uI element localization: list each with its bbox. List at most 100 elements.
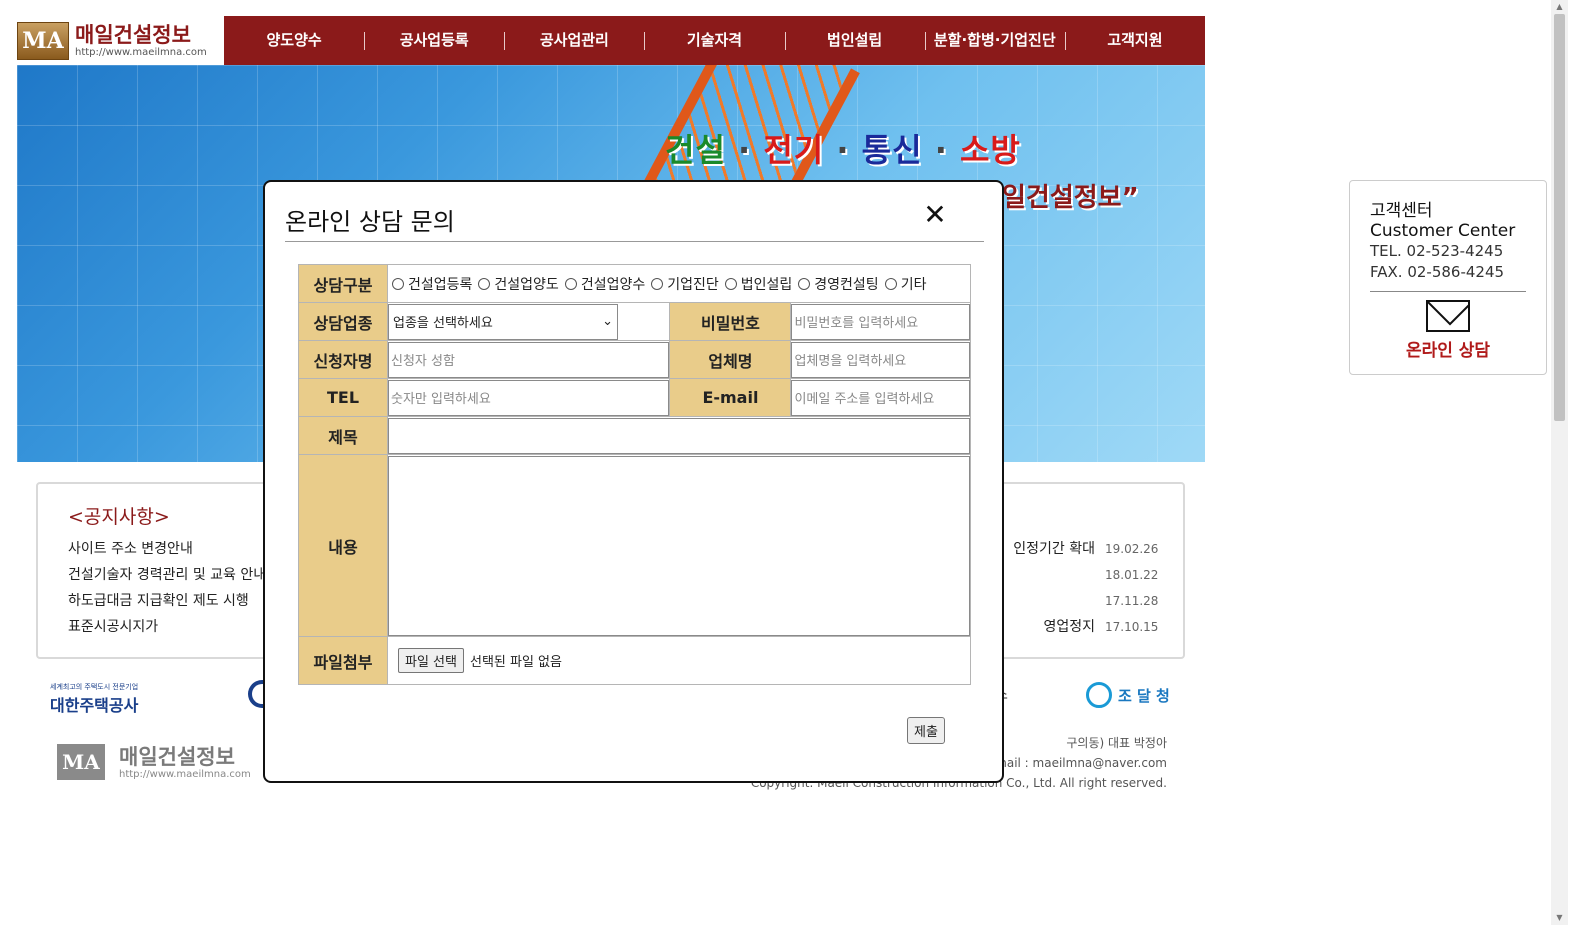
- file-attach-row: 파일 선택 선택된 파일 없음: [388, 648, 970, 673]
- news-text: 영업정지: [1043, 619, 1095, 635]
- consult-form: 상담구분 건설업등록 건설업양도 건설업양수 기업진단 법인설립 경영컨설팅 기…: [298, 264, 971, 685]
- label-company: 업체명: [669, 340, 792, 379]
- notice-list: 사이트 주소 변경안내 건설기술자 경력관리 및 교육 안내 하도급대금 지급확…: [68, 536, 266, 640]
- label-industry: 상담업종: [298, 302, 388, 341]
- file-select-button[interactable]: 파일 선택: [398, 648, 464, 673]
- radio-icon[interactable]: [724, 277, 737, 290]
- logo-mark-icon: MA: [17, 21, 69, 60]
- label-tel: TEL: [298, 378, 388, 417]
- radio-label: 건설업양도: [494, 276, 559, 293]
- radio-transfer[interactable]: 건설업양도: [478, 274, 559, 294]
- footer-logo-mark-icon: MA: [57, 744, 105, 780]
- hero-separator: ·: [934, 131, 948, 169]
- notice-item[interactable]: 사이트 주소 변경안내: [68, 536, 266, 562]
- radio-icon[interactable]: [478, 277, 491, 290]
- nav-item-qualification[interactable]: 기술자격: [644, 16, 784, 65]
- email-input[interactable]: 이메일 주소를 입력하세요: [791, 379, 970, 416]
- nav-item-registration[interactable]: 공사업등록: [364, 16, 504, 65]
- radio-label: 경영컨설팅: [814, 276, 879, 293]
- radio-icon[interactable]: [884, 277, 897, 290]
- notice-item[interactable]: 건설기술자 경력관리 및 교육 안내: [68, 562, 266, 588]
- news-date: 17.10.15: [1105, 620, 1159, 634]
- footer-logo-name: 매일건설정보: [119, 744, 235, 769]
- nav-item-split-merge[interactable]: 분할·합병·기업진단: [924, 16, 1065, 65]
- cs-divider: [1370, 291, 1526, 292]
- tel-input[interactable]: 숫자만 입력하세요: [388, 379, 670, 416]
- applicant-input[interactable]: 신청자 성함: [388, 341, 670, 378]
- scroll-thumb[interactable]: [1554, 14, 1565, 421]
- password-input[interactable]: 비밀번호를 입력하세요: [791, 303, 970, 340]
- partner-lh-name: 대한주택공사: [50, 696, 139, 715]
- radio-consulting[interactable]: 경영컨설팅: [798, 274, 879, 294]
- nav-item-transfer[interactable]: 양도양수: [224, 16, 364, 65]
- nav-item-incorporation[interactable]: 법인설립: [784, 16, 925, 65]
- news-date: 17.11.28: [1105, 594, 1159, 608]
- news-list: 인정기간 확대 19.02.26 18.01.22 17.11.28 영업정지 17…: [1013, 536, 1159, 640]
- submit-button[interactable]: 제출: [907, 717, 945, 744]
- customer-center-panel: 고객센터 Customer Center TEL. 02-523-4245 FA…: [1349, 180, 1547, 375]
- radio-icon[interactable]: [798, 277, 811, 290]
- site-logo[interactable]: MA 매일건설정보 http://www.maeilmna.com: [17, 16, 224, 65]
- label-applicant: 신청자명: [298, 340, 388, 379]
- radio-other[interactable]: 기타: [884, 274, 927, 294]
- radio-label: 기업진단: [667, 276, 719, 293]
- news-item[interactable]: 18.01.22: [1013, 562, 1159, 588]
- envelope-icon: [1426, 300, 1470, 332]
- label-password: 비밀번호: [669, 302, 792, 341]
- notice-item[interactable]: 하도급대금 지급확인 제도 시행: [68, 588, 266, 614]
- radio-incorporation[interactable]: 법인설립: [724, 274, 793, 294]
- news-item[interactable]: 17.11.28: [1013, 588, 1159, 614]
- logo-name: 매일건설정보: [75, 22, 191, 47]
- nav-item-management[interactable]: 공사업관리: [504, 16, 644, 65]
- news-item[interactable]: 인정기간 확대 19.02.26: [1013, 536, 1159, 562]
- radio-icon[interactable]: [392, 277, 404, 290]
- notice-title: <공지사항>: [68, 506, 170, 528]
- online-consult-button[interactable]: 온라인 상담: [1370, 300, 1526, 361]
- subject-input[interactable]: [388, 417, 970, 454]
- nav-item-support[interactable]: 고객지원: [1064, 16, 1205, 65]
- close-icon[interactable]: ✕: [920, 200, 950, 230]
- online-consult-label: 온라인 상담: [1405, 341, 1491, 361]
- radio-registration[interactable]: 건설업등록: [392, 274, 472, 294]
- partner-pps-name: 조 달 청: [1118, 686, 1170, 705]
- content-textarea[interactable]: [388, 455, 970, 636]
- hero-word-fire: 소방: [959, 131, 1021, 169]
- hero-word-telecom: 통신: [861, 131, 923, 169]
- label-email: E-mail: [669, 378, 792, 417]
- hero-word-construction: 건설: [665, 131, 726, 169]
- footer-logo: MA 매일건설정보 http://www.maeilmna.com: [57, 744, 251, 780]
- footer-logo-url: http://www.maeilmna.com: [119, 768, 251, 780]
- news-date: 18.01.22: [1105, 568, 1159, 582]
- main-nav: 양도양수 공사업등록 공사업관리 기술자격 법인설립 분할·합병·기업진단 고객…: [224, 16, 1205, 65]
- partner-pps-logo[interactable]: 조 달 청: [1086, 682, 1170, 708]
- page-scrollbar[interactable]: ▲ ▼: [1551, 0, 1568, 925]
- pps-circle-icon: [1086, 682, 1112, 708]
- chevron-down-icon: ⌄: [602, 314, 613, 329]
- news-item[interactable]: 영업정지 17.10.15: [1013, 614, 1159, 640]
- partner-lh-logo[interactable]: 세계최고의 주택도시 전문기업 대한주택공사: [50, 682, 138, 716]
- radio-label: 법인설립: [740, 276, 793, 293]
- notice-item[interactable]: 표준시공시지가: [68, 614, 266, 640]
- radio-label: 기타: [900, 276, 927, 293]
- site-header: MA 매일건설정보 http://www.maeilmna.com 양도양수 공…: [17, 16, 1205, 65]
- category-radio-group: 건설업등록 건설업양도 건설업양수 기업진단 법인설립 경영컨설팅 기타: [388, 274, 970, 294]
- radio-label: 건설업양수: [580, 276, 646, 293]
- cs-tel: TEL. 02-523-4245: [1370, 242, 1504, 260]
- label-category: 상담구분: [298, 264, 388, 303]
- radio-label: 건설업등록: [408, 276, 473, 293]
- scroll-down-icon[interactable]: ▼: [1555, 914, 1564, 922]
- hero-word-electric: 전기: [763, 131, 825, 169]
- radio-icon[interactable]: [651, 277, 664, 290]
- label-file: 파일첨부: [298, 636, 388, 685]
- modal-divider: [285, 241, 984, 242]
- partner-c-icon[interactable]: [248, 680, 264, 708]
- radio-acquisition[interactable]: 건설업양수: [564, 274, 646, 294]
- radio-diagnosis[interactable]: 기업진단: [651, 274, 719, 294]
- label-content: 내용: [298, 454, 388, 637]
- scroll-up-icon[interactable]: ▲: [1555, 3, 1564, 11]
- industry-select[interactable]: 업종을 선택하세요 ⌄: [388, 303, 618, 340]
- company-input[interactable]: 업체명을 입력하세요: [791, 341, 970, 378]
- label-subject: 제목: [298, 416, 388, 455]
- news-date: 19.02.26: [1105, 542, 1159, 556]
- radio-icon[interactable]: [564, 277, 577, 290]
